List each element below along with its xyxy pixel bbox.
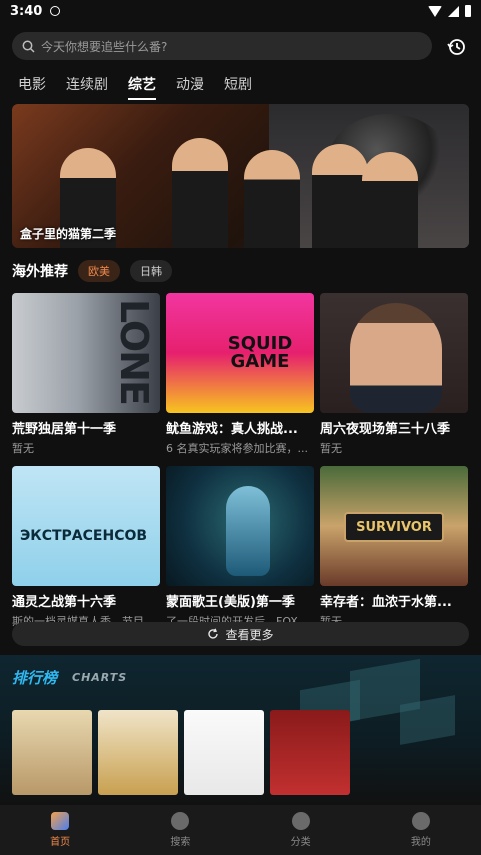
search-input[interactable]: 今天你想要追些什么番?: [12, 32, 432, 60]
banner-person: [362, 152, 418, 248]
refresh-icon: [208, 628, 219, 639]
poster-portrait: [350, 303, 442, 413]
search-icon: [171, 812, 190, 830]
poster-image: [166, 466, 314, 586]
nav-label: 分类: [290, 837, 311, 848]
nav-label: 搜索: [170, 837, 191, 848]
battery-icon: [465, 5, 471, 17]
view-more-label: 查看更多: [225, 627, 274, 642]
card-title: 蒙面歌王(美版)第一季: [166, 595, 295, 610]
signal-icon: [448, 5, 459, 17]
poster-image: SURVIVOR: [320, 466, 468, 586]
search-icon: [22, 40, 35, 53]
card-subtitle: 暂无: [12, 442, 34, 455]
banner-title: 盒子里的猫第二季: [20, 227, 117, 241]
history-icon: [446, 38, 465, 55]
nav-profile[interactable]: 我的: [361, 805, 481, 855]
history-button[interactable]: [446, 36, 466, 56]
poster-peacock: [226, 486, 270, 576]
home-icon: [51, 812, 70, 830]
user-icon: [411, 812, 430, 830]
poster-text: ЭКСТРАСЕНСОВ: [20, 528, 148, 544]
nav-category[interactable]: 分类: [241, 805, 361, 855]
tab-series[interactable]: 连续剧: [66, 74, 108, 100]
charts-row: [12, 710, 350, 795]
view-more-button[interactable]: 查看更多: [12, 622, 469, 646]
tab-short-drama[interactable]: 短剧: [224, 74, 252, 100]
card-subtitle: 6 名真实玩家将参加比赛，...: [166, 442, 308, 455]
chart-item[interactable]: [98, 710, 178, 795]
poster-image: ЭКСТРАСЕНСОВ: [12, 466, 160, 586]
tab-anime[interactable]: 动漫: [176, 74, 204, 100]
card-subtitle: 暂无: [320, 442, 342, 455]
banner-person: [244, 150, 300, 248]
media-card[interactable]: 周六夜现场第三十八季 暂无: [320, 293, 468, 456]
card-title: 荒野独居第十一季: [12, 422, 117, 437]
chip-japan-korea[interactable]: 日韩: [130, 260, 172, 282]
search-placeholder: 今天你想要追些什么番?: [41, 39, 168, 54]
overseas-grid: LONE 荒野独居第十一季 暂无 SQUID GAME 鱿鱼游戏：真人挑战...…: [12, 293, 469, 629]
card-title: 幸存者：血浓于水第...: [320, 595, 452, 610]
overseas-header: 海外推荐 欧美 日韩: [12, 260, 469, 282]
poster-text: SURVIVOR: [344, 512, 444, 542]
category-icon: [291, 812, 310, 830]
section-title: 海外推荐: [12, 264, 68, 280]
banner-person: [312, 144, 368, 248]
media-card[interactable]: SQUID GAME 鱿鱼游戏：真人挑战... 6 名真实玩家将参加比赛，...: [166, 293, 314, 456]
chart-item[interactable]: [184, 710, 264, 795]
charts-title-en: CHARTS: [72, 671, 128, 684]
decor-cube: [400, 695, 455, 745]
nav-home[interactable]: 首页: [0, 805, 120, 855]
tab-movie[interactable]: 电影: [18, 74, 46, 100]
media-card[interactable]: 蒙面歌王(美版)第一季 了一段时间的开发后，FOX...: [166, 466, 314, 629]
nav-label: 首页: [50, 837, 71, 848]
card-title: 鱿鱼游戏：真人挑战...: [166, 422, 298, 437]
status-time: 3:40: [10, 3, 43, 19]
charts-section: 排行榜 CHARTS: [0, 655, 481, 805]
status-bar: 3:40: [0, 0, 481, 22]
notification-icon: [50, 6, 61, 16]
media-card[interactable]: LONE 荒野独居第十一季 暂无: [12, 293, 160, 456]
media-card[interactable]: SURVIVOR 幸存者：血浓于水第... 暂无: [320, 466, 468, 629]
chip-western[interactable]: 欧美: [78, 260, 120, 282]
search-row: 今天你想要追些什么番?: [12, 32, 472, 60]
poster-image: [320, 293, 468, 413]
card-title: 周六夜现场第三十八季: [320, 422, 451, 437]
chart-item[interactable]: [270, 710, 350, 795]
poster-text: SQUID GAME: [227, 333, 293, 372]
bottom-nav: 首页 搜索 分类 我的: [0, 805, 481, 855]
chart-item[interactable]: [12, 710, 92, 795]
tab-variety[interactable]: 综艺: [128, 74, 156, 100]
nav-label: 我的: [410, 837, 431, 848]
card-title: 通灵之战第十六季: [12, 595, 117, 610]
poster-text: LONE: [112, 299, 156, 404]
status-icons: [428, 5, 471, 17]
nav-search[interactable]: 搜索: [120, 805, 240, 855]
wifi-icon: [428, 5, 442, 17]
category-tabs: 电影 连续剧 综艺 动漫 短剧: [18, 74, 252, 100]
poster-image: SQUID GAME: [166, 293, 314, 413]
featured-banner[interactable]: 盒子里的猫第二季: [12, 104, 469, 248]
banner-person: [172, 138, 228, 248]
poster-image: LONE: [12, 293, 160, 413]
media-card[interactable]: ЭКСТРАСЕНСОВ 通灵之战第十六季 斯的一档灵媒真人秀。节目...: [12, 466, 160, 629]
charts-title: 排行榜: [12, 669, 58, 687]
